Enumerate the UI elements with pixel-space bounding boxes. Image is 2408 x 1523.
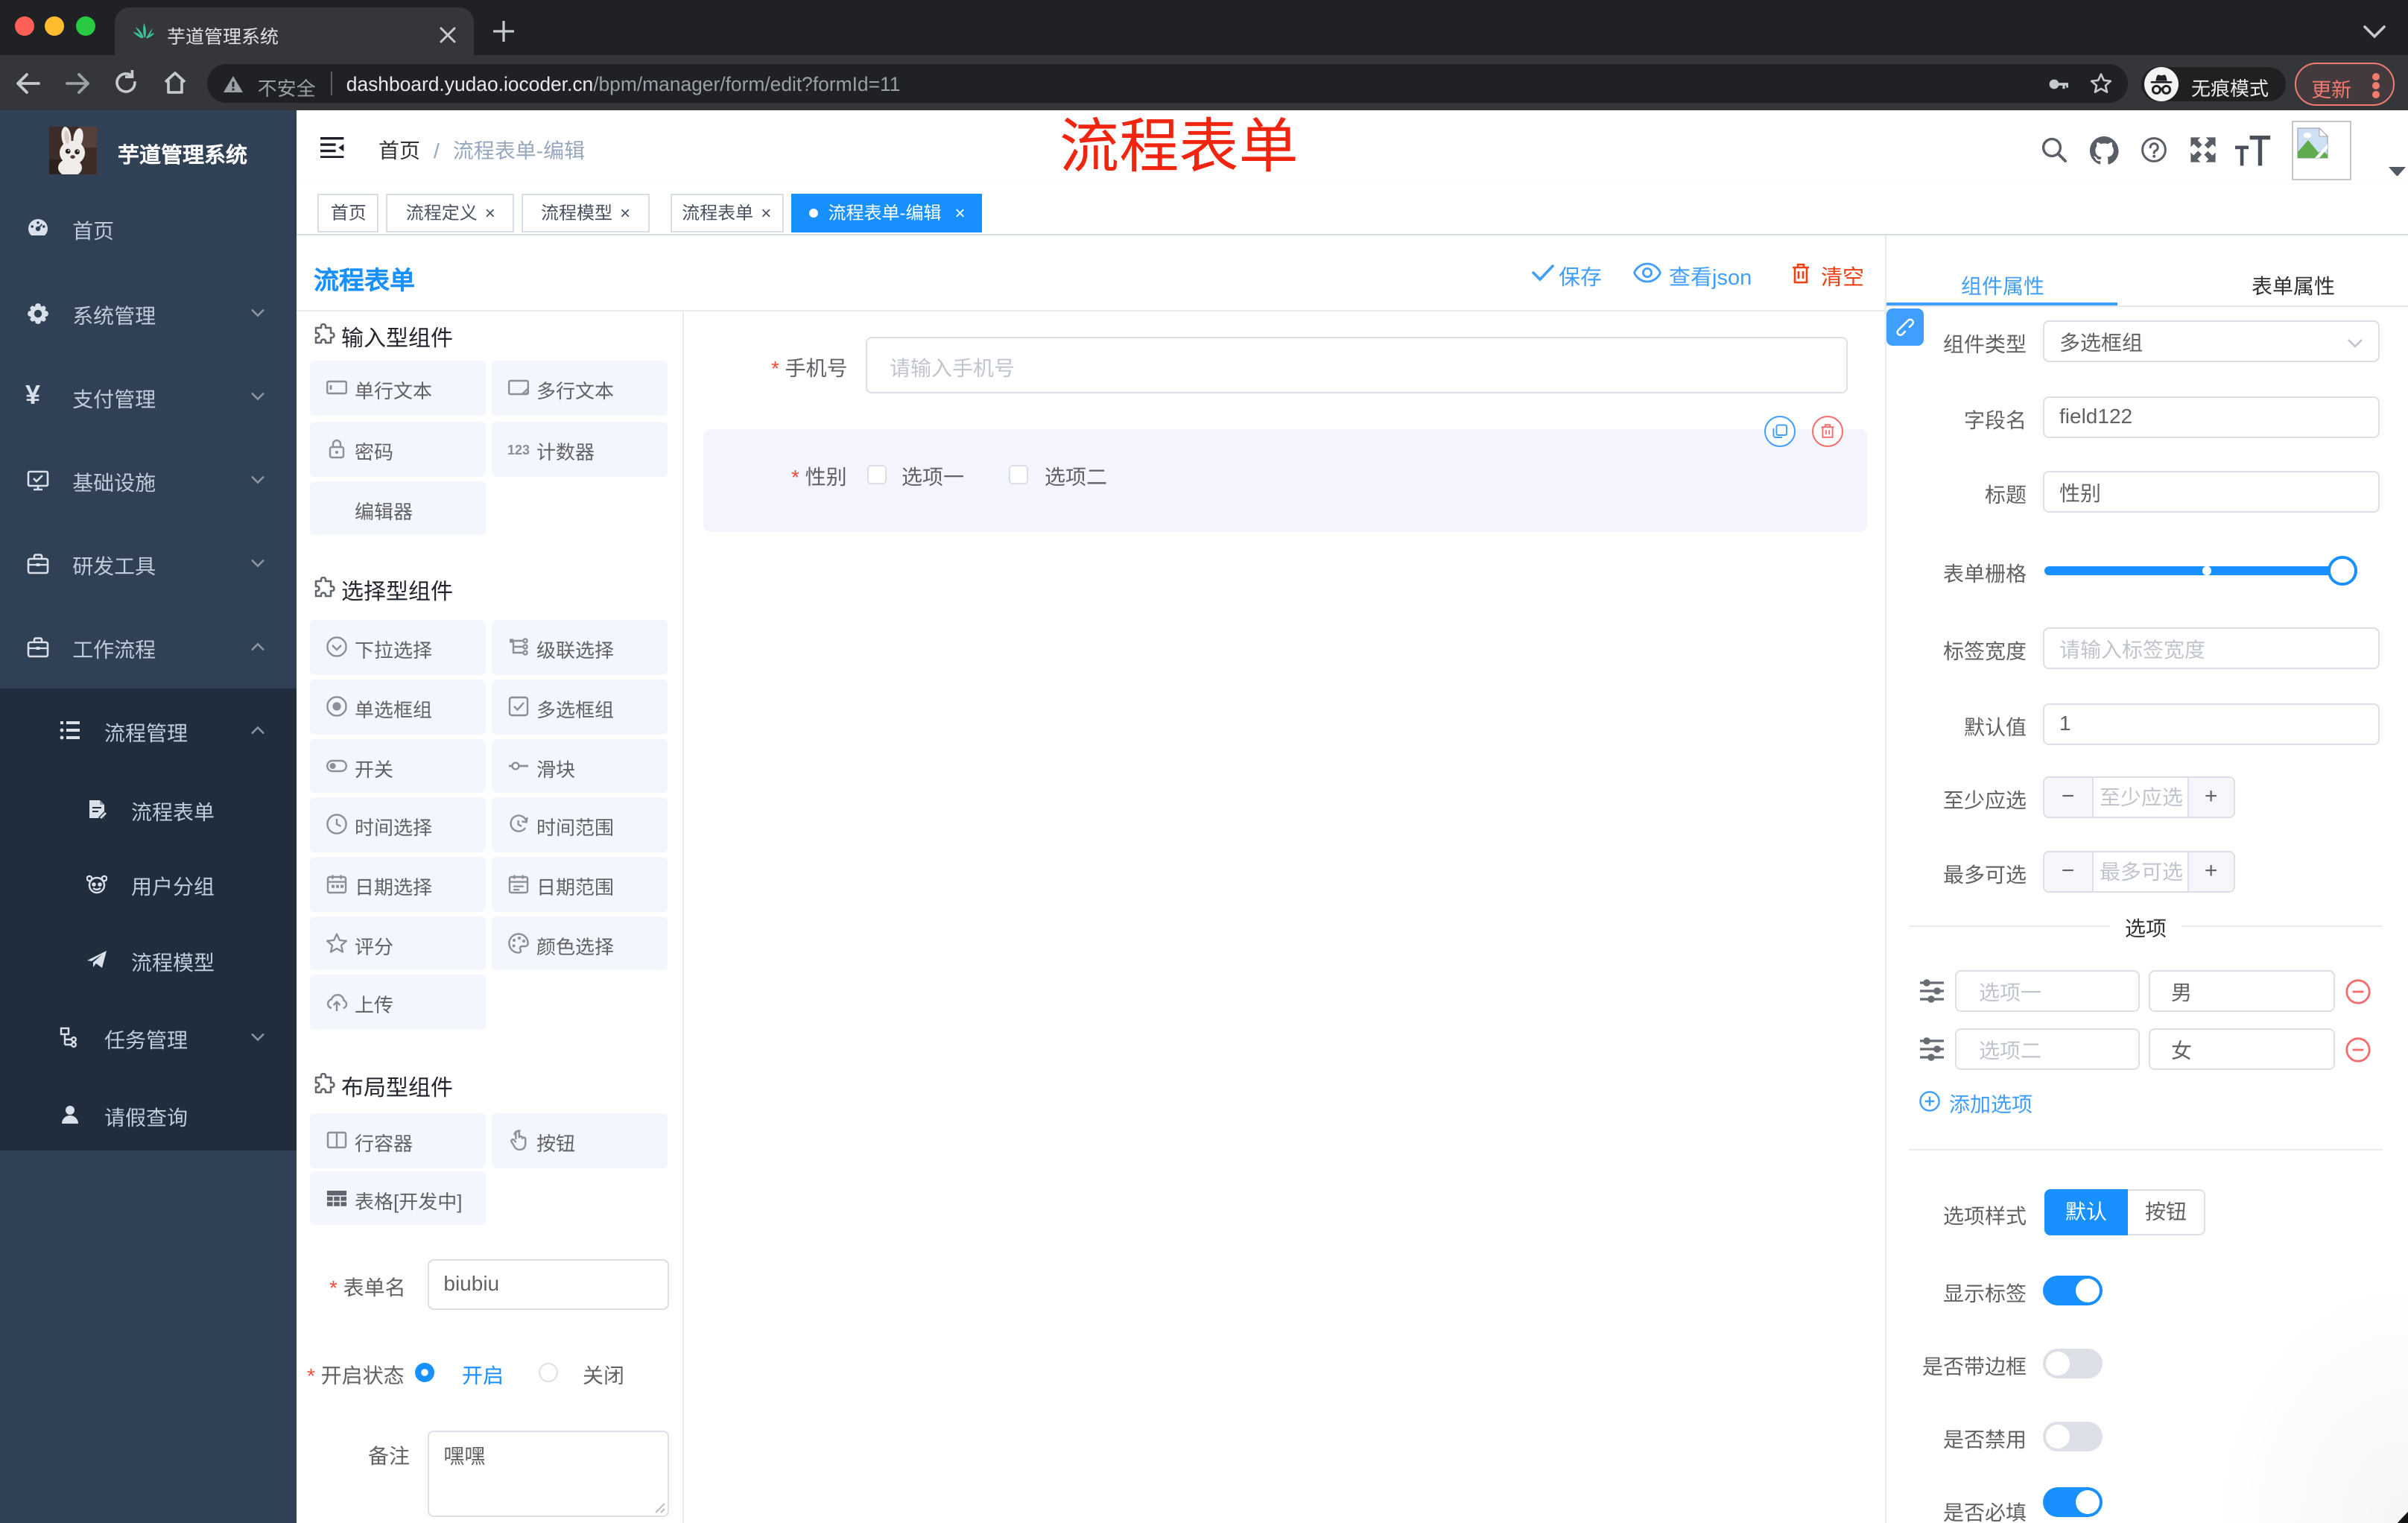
svg-text:123: 123 <box>508 443 529 458</box>
